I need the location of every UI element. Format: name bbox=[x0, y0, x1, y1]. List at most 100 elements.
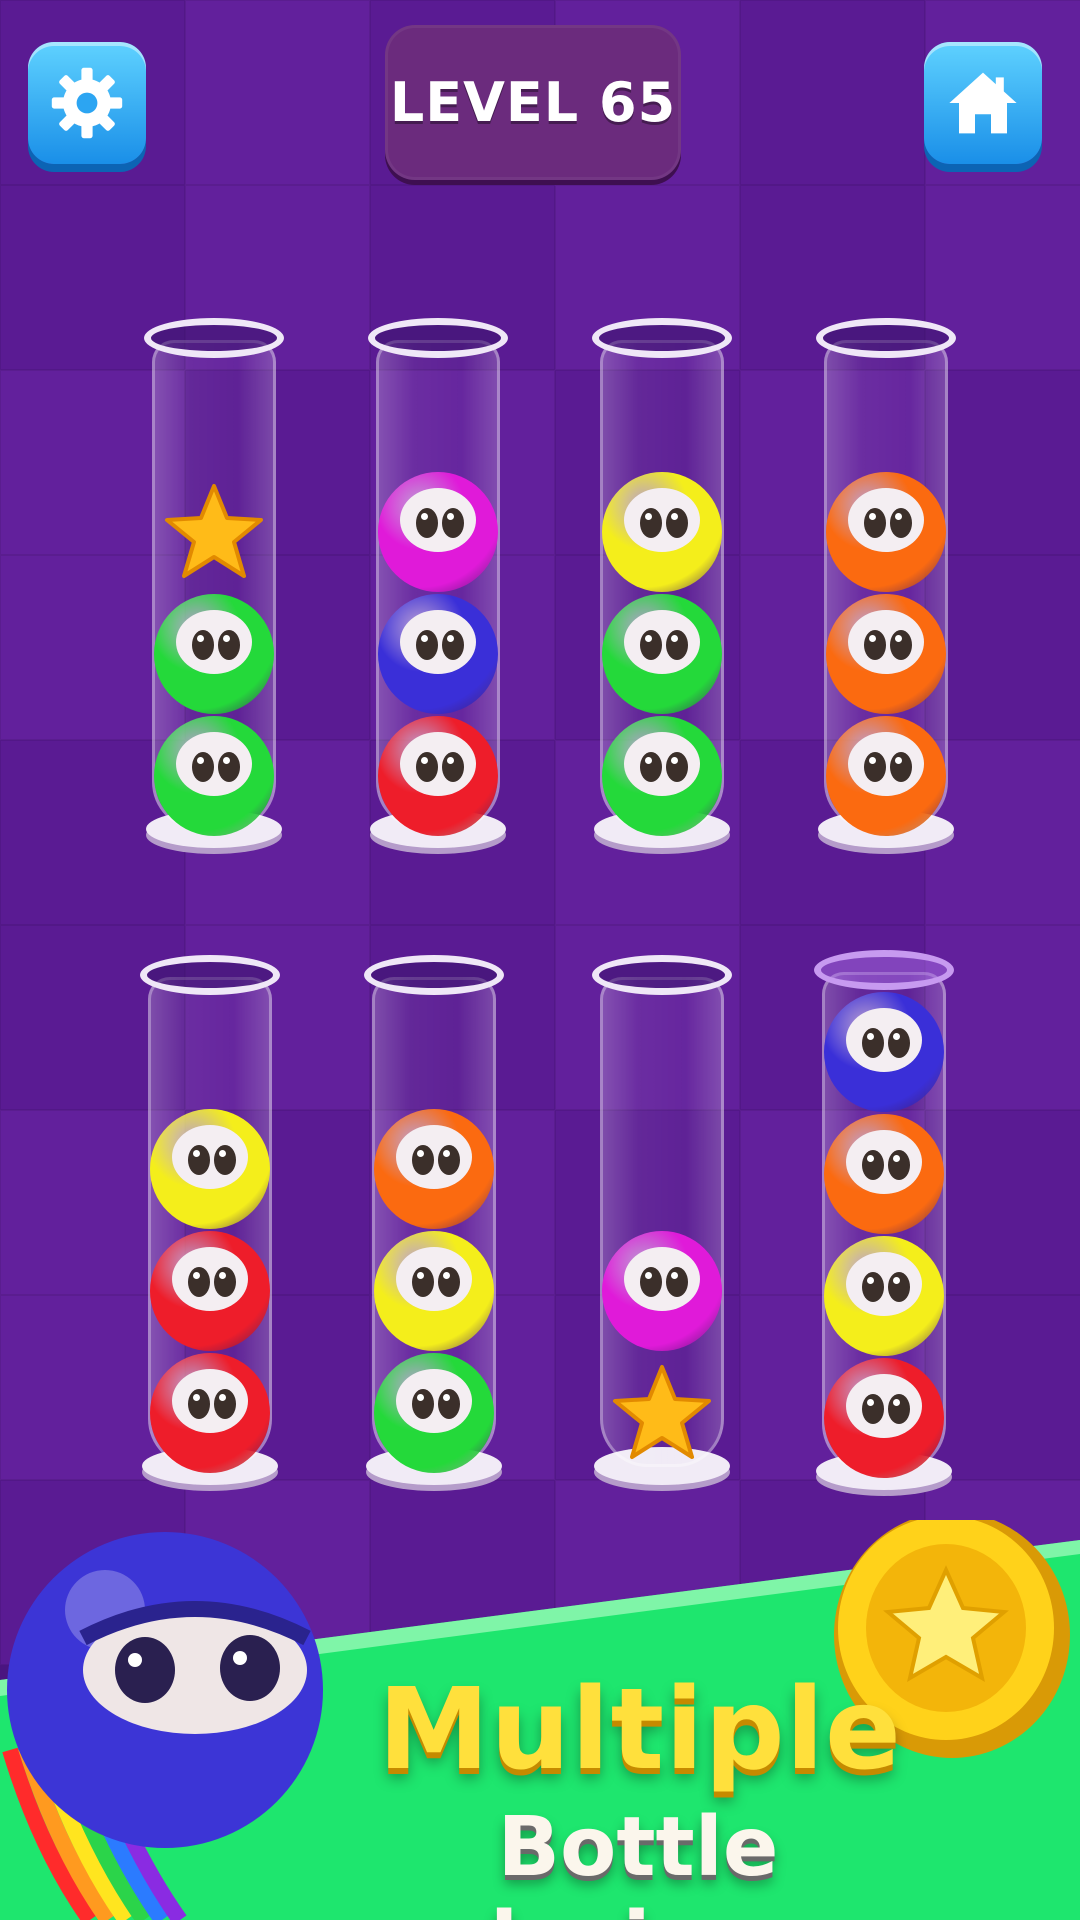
eye-icon bbox=[666, 1267, 688, 1297]
eye-icon bbox=[438, 1267, 460, 1297]
red-ball[interactable] bbox=[824, 1358, 944, 1478]
eye-icon bbox=[666, 752, 688, 782]
tube-6[interactable] bbox=[364, 955, 504, 1485]
red-ball[interactable] bbox=[150, 1231, 270, 1351]
ball-face bbox=[848, 732, 924, 796]
ball-face bbox=[396, 1247, 472, 1311]
magenta-ball[interactable] bbox=[602, 1231, 722, 1351]
level-label: LEVEL 65 bbox=[389, 71, 677, 134]
gear-icon bbox=[51, 67, 123, 139]
orange-ball[interactable] bbox=[826, 716, 946, 836]
settings-button[interactable] bbox=[28, 42, 146, 164]
eye-icon bbox=[640, 1267, 662, 1297]
eye-icon bbox=[890, 508, 912, 538]
tube-rim bbox=[592, 955, 732, 995]
ball-face bbox=[846, 1252, 922, 1316]
star-icon[interactable] bbox=[610, 1363, 714, 1463]
ball-face bbox=[846, 1008, 922, 1072]
ball-face bbox=[624, 610, 700, 674]
ball-face bbox=[396, 1369, 472, 1433]
star-icon[interactable] bbox=[162, 482, 266, 582]
ball-face bbox=[848, 610, 924, 674]
blue-ball-mascot bbox=[7, 1532, 323, 1848]
red-ball[interactable] bbox=[378, 716, 498, 836]
home-icon bbox=[949, 72, 1017, 134]
eye-icon bbox=[888, 1150, 910, 1180]
yellow-ball[interactable] bbox=[374, 1231, 494, 1351]
tube-4[interactable] bbox=[816, 318, 956, 848]
eye-icon bbox=[864, 752, 886, 782]
eye-icon bbox=[218, 630, 240, 660]
eye-icon bbox=[412, 1389, 434, 1419]
eye-icon bbox=[438, 1389, 460, 1419]
tube-7[interactable] bbox=[592, 955, 732, 1485]
eye-icon bbox=[438, 1145, 460, 1175]
blue-ball[interactable] bbox=[378, 594, 498, 714]
yellow-ball[interactable] bbox=[824, 1236, 944, 1356]
tube-3[interactable] bbox=[592, 318, 732, 848]
ball-face bbox=[846, 1130, 922, 1194]
ball-face bbox=[400, 732, 476, 796]
eye-icon bbox=[188, 1389, 210, 1419]
yellow-ball[interactable] bbox=[602, 472, 722, 592]
eye-icon bbox=[442, 752, 464, 782]
level-indicator: LEVEL 65 bbox=[385, 25, 681, 180]
ball-face bbox=[848, 488, 924, 552]
tube-rim bbox=[592, 318, 732, 358]
blue-ball[interactable] bbox=[824, 992, 944, 1112]
eye-icon bbox=[666, 508, 688, 538]
orange-ball[interactable] bbox=[826, 594, 946, 714]
eye-icon bbox=[188, 1145, 210, 1175]
eye-icon bbox=[888, 1394, 910, 1424]
home-button[interactable] bbox=[924, 42, 1042, 164]
eye-icon bbox=[442, 630, 464, 660]
ball-face bbox=[172, 1369, 248, 1433]
tube-rim bbox=[144, 318, 284, 358]
eye-icon bbox=[862, 1394, 884, 1424]
ball-face bbox=[176, 732, 252, 796]
tube-2[interactable] bbox=[368, 318, 508, 848]
eye-icon bbox=[862, 1028, 884, 1058]
tube-5[interactable] bbox=[140, 955, 280, 1485]
red-ball[interactable] bbox=[150, 1353, 270, 1473]
eye-icon bbox=[416, 630, 438, 660]
orange-ball[interactable] bbox=[374, 1109, 494, 1229]
background-tile bbox=[185, 0, 370, 185]
green-ball[interactable] bbox=[602, 716, 722, 836]
orange-ball[interactable] bbox=[826, 472, 946, 592]
ball-face bbox=[624, 1247, 700, 1311]
tube-rim bbox=[364, 955, 504, 995]
background-tile bbox=[740, 0, 925, 185]
ball-face bbox=[400, 610, 476, 674]
magenta-ball[interactable] bbox=[378, 472, 498, 592]
eye-icon bbox=[416, 752, 438, 782]
tube-1[interactable] bbox=[144, 318, 284, 848]
eye-icon bbox=[640, 630, 662, 660]
eye-icon bbox=[890, 752, 912, 782]
green-ball[interactable] bbox=[602, 594, 722, 714]
eye-icon bbox=[864, 630, 886, 660]
eye-icon bbox=[412, 1267, 434, 1297]
banner-title: Multiple bbox=[377, 1665, 903, 1795]
eye-icon bbox=[666, 630, 688, 660]
ball-face bbox=[400, 488, 476, 552]
eye-icon bbox=[442, 508, 464, 538]
green-ball[interactable] bbox=[374, 1353, 494, 1473]
eye-icon bbox=[862, 1150, 884, 1180]
eye-icon bbox=[192, 752, 214, 782]
green-ball[interactable] bbox=[154, 594, 274, 714]
tube-8[interactable] bbox=[814, 950, 954, 1490]
game-board: LEVEL 65 Multiple Bottle bbox=[0, 0, 1080, 1920]
eye-icon bbox=[188, 1267, 210, 1297]
green-ball[interactable] bbox=[154, 716, 274, 836]
yellow-ball[interactable] bbox=[150, 1109, 270, 1229]
eye-icon bbox=[214, 1389, 236, 1419]
orange-ball[interactable] bbox=[824, 1114, 944, 1234]
eye-icon bbox=[412, 1145, 434, 1175]
ball-face bbox=[624, 732, 700, 796]
banner-subtitle: Bottle designs bbox=[459, 1800, 816, 1920]
ball-face bbox=[172, 1247, 248, 1311]
eye-icon bbox=[890, 630, 912, 660]
eye-icon bbox=[214, 1145, 236, 1175]
ball-face bbox=[624, 488, 700, 552]
